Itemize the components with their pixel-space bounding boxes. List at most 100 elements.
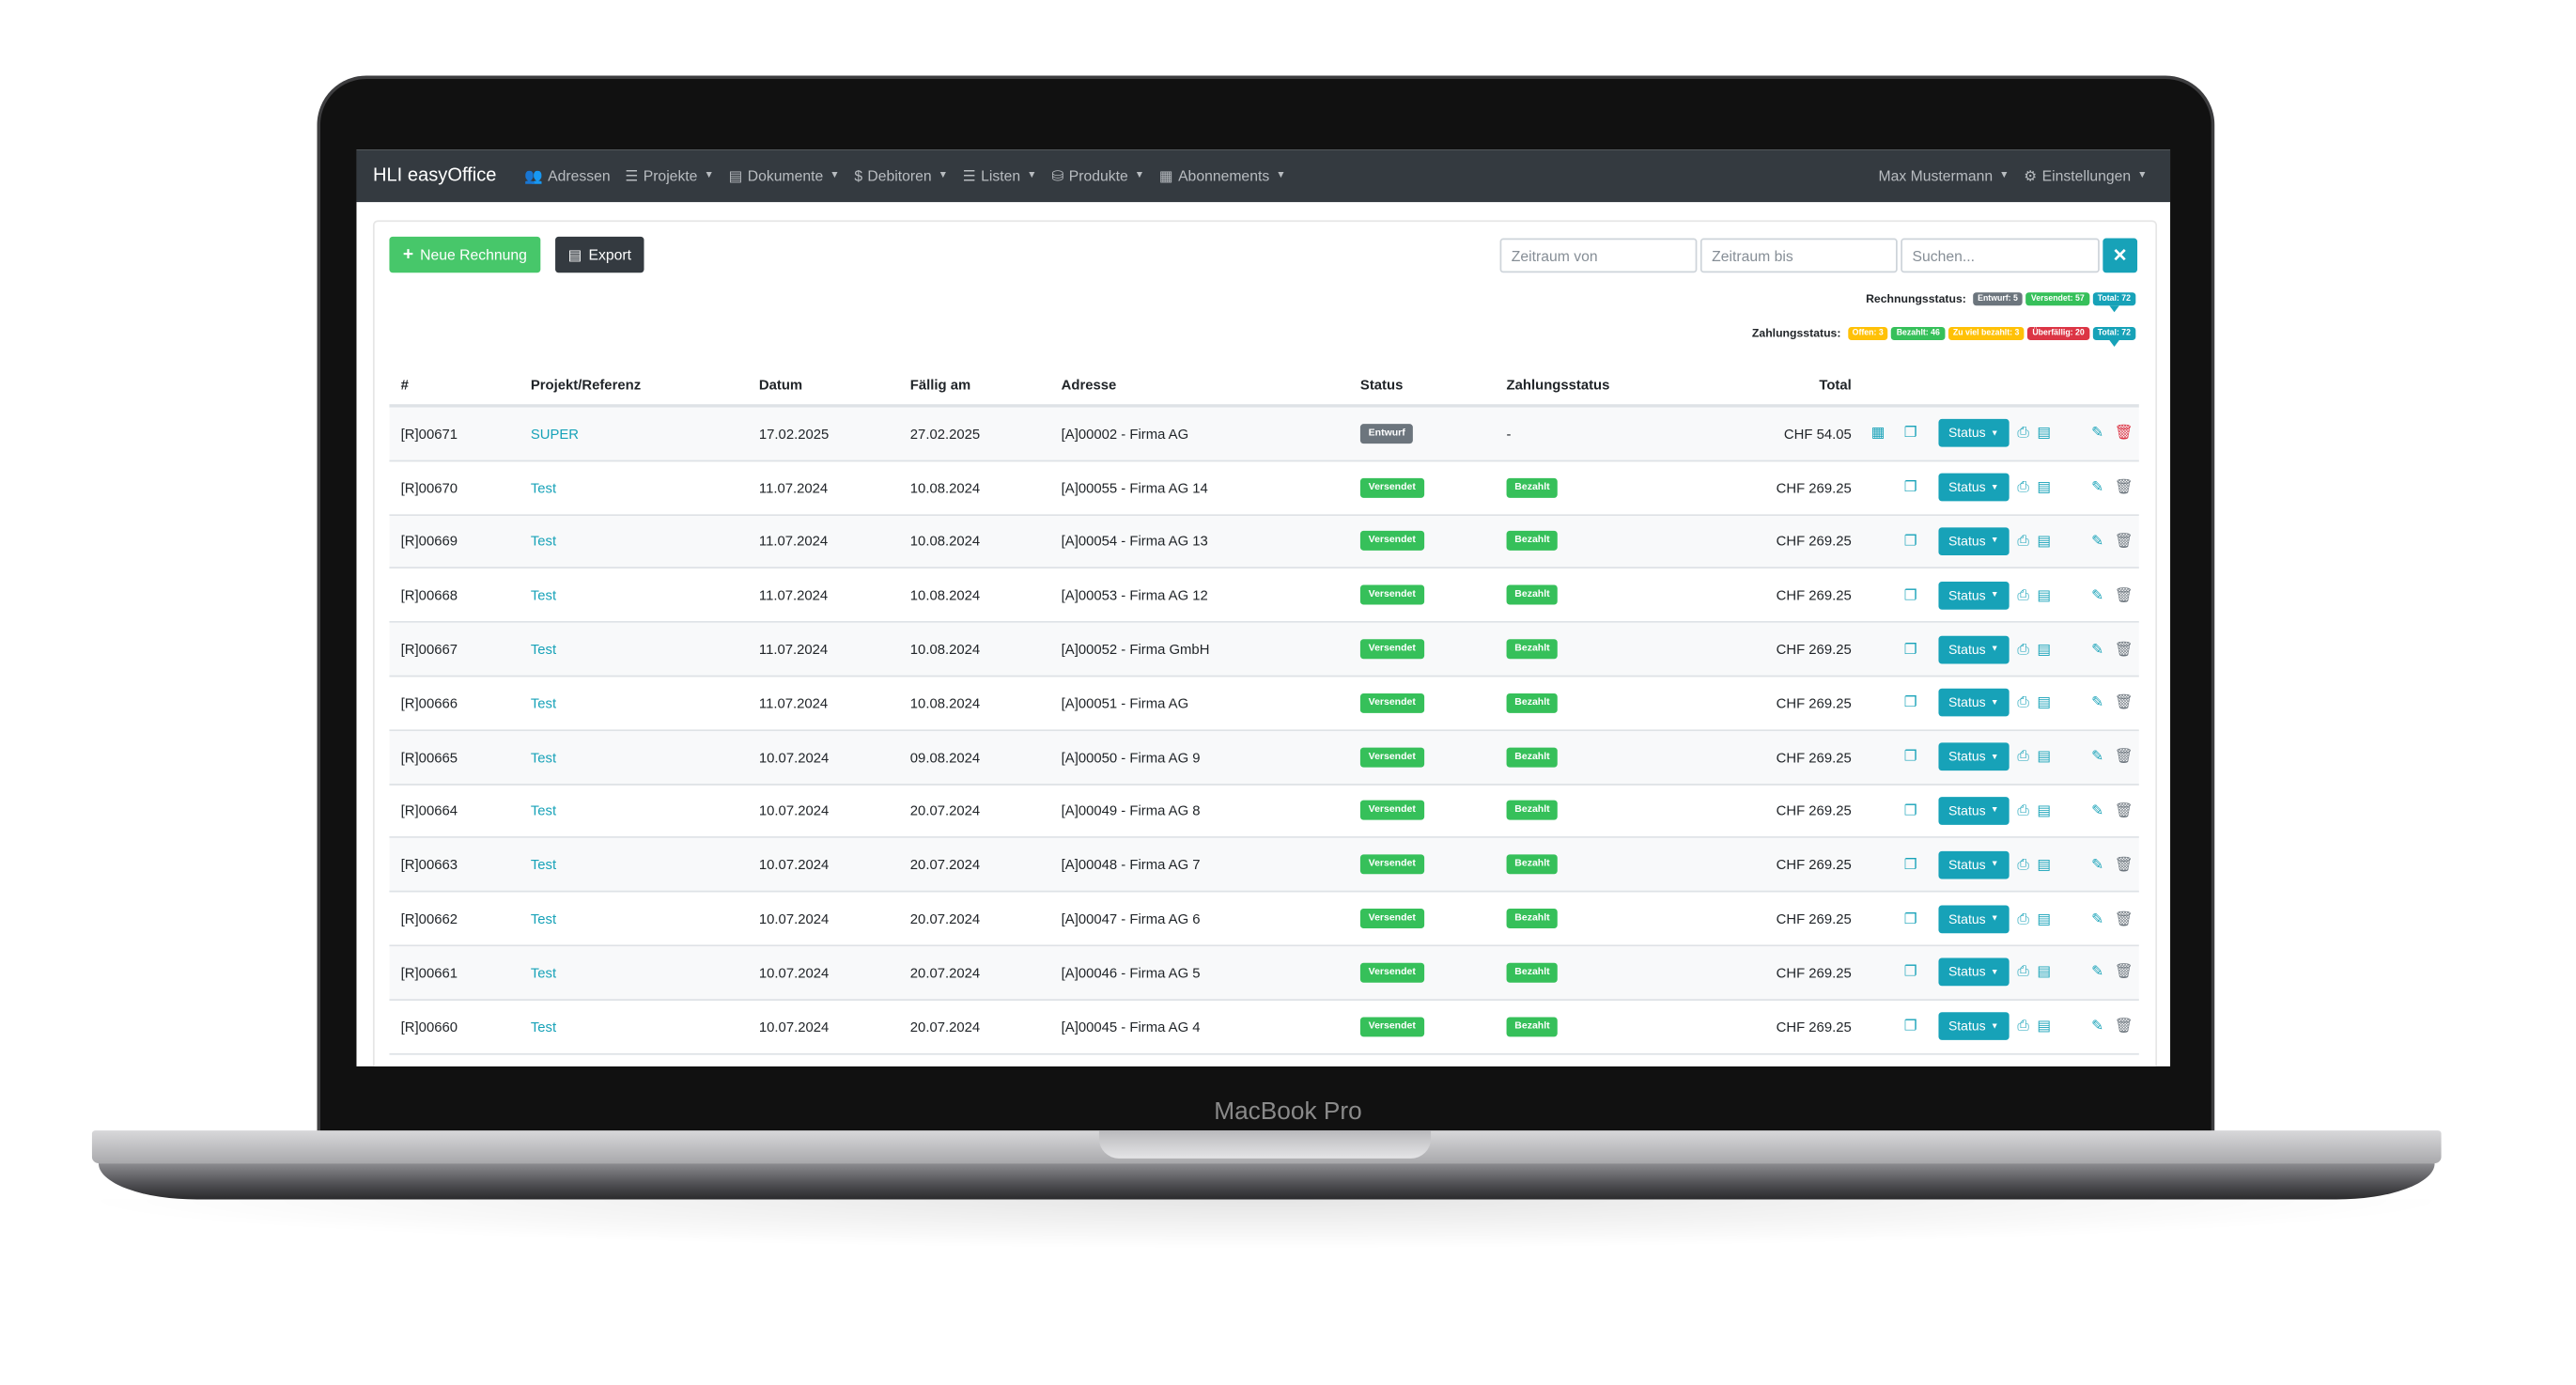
file-pdf-icon[interactable]: ▤: [2037, 893, 2056, 945]
trash-icon[interactable]: 🗑: [2115, 1001, 2134, 1053]
status-dropdown-button[interactable]: Status ▼: [1938, 742, 2010, 771]
print-icon[interactable]: ⎙: [2017, 1001, 2037, 1053]
copy-icon[interactable]: ❐: [1904, 731, 1924, 784]
print-icon[interactable]: ⎙: [2017, 946, 2037, 999]
print-icon[interactable]: ⎙: [2017, 893, 2037, 945]
file-pdf-icon[interactable]: ▤: [2037, 461, 2056, 514]
file-pdf-icon[interactable]: ▤: [2037, 731, 2056, 784]
address-value[interactable]: [A]00002 - Firma AG: [1062, 408, 1188, 460]
invoice-status-tag[interactable]: Entwurf: 5: [1972, 292, 2024, 306]
date-from-input[interactable]: Zeitraum von: [1499, 238, 1698, 273]
copy-icon[interactable]: ❐: [1904, 461, 1924, 514]
address-value[interactable]: [A]00055 - Firma AG 14: [1062, 461, 1208, 514]
copy-icon[interactable]: ❐: [1904, 569, 1924, 622]
file-pdf-icon[interactable]: ▤: [2037, 785, 2056, 837]
status-dropdown-button[interactable]: Status ▼: [1938, 1012, 2010, 1041]
copy-icon[interactable]: ❐: [1904, 515, 1924, 568]
project-reference-link[interactable]: Test: [531, 515, 556, 568]
file-pdf-icon[interactable]: ▤: [2037, 515, 2056, 568]
status-dropdown-button[interactable]: Status ▼: [1938, 958, 2010, 987]
trash-icon[interactable]: 🗑: [2115, 569, 2134, 622]
search-input[interactable]: Suchen...: [1901, 238, 2100, 273]
date-to-input[interactable]: Zeitraum bis: [1699, 238, 1898, 273]
file-pdf-icon[interactable]: ▤: [2037, 946, 2056, 999]
payment-status-tag[interactable]: Total: 72: [2092, 326, 2136, 347]
print-icon[interactable]: ⎙: [2017, 838, 2037, 891]
status-dropdown-button[interactable]: Status ▼: [1938, 527, 2010, 556]
brand-logo[interactable]: HLI easyOffice: [356, 166, 509, 186]
edit-icon[interactable]: ✎: [2091, 515, 2111, 568]
edit-icon[interactable]: ✎: [2091, 677, 2111, 729]
col-status-header[interactable]: Status: [1360, 363, 1403, 404]
export-button[interactable]: ▤ Export: [555, 236, 644, 273]
project-reference-link[interactable]: Test: [531, 946, 556, 999]
copy-icon[interactable]: ❐: [1904, 893, 1924, 945]
trash-icon[interactable]: 🗑: [2115, 515, 2134, 568]
nav-item-dokumente[interactable]: ▤ Dokumente ▼: [729, 166, 840, 184]
trash-icon[interactable]: 🗑: [2115, 408, 2134, 460]
trash-icon[interactable]: 🗑: [2115, 838, 2134, 891]
trash-icon[interactable]: 🗑: [2115, 946, 2134, 999]
status-dropdown-button[interactable]: Status ▼: [1938, 473, 2010, 502]
settings-menu[interactable]: ⚙ Einstellungen ▼: [2024, 166, 2147, 184]
status-dropdown-button[interactable]: Status ▼: [1938, 904, 2010, 933]
project-reference-link[interactable]: Test: [531, 785, 556, 837]
address-value[interactable]: [A]00047 - Firma AG 6: [1062, 893, 1201, 945]
address-value[interactable]: [A]00050 - Firma AG 9: [1062, 731, 1201, 784]
project-reference-link[interactable]: Test: [531, 677, 556, 729]
print-icon[interactable]: ⎙: [2017, 623, 2037, 676]
address-value[interactable]: [A]00052 - Firma GmbH: [1062, 623, 1210, 676]
invoice-status-tag[interactable]: Versendet: 57: [2025, 292, 2089, 306]
edit-icon[interactable]: ✎: [2091, 569, 2111, 622]
user-menu[interactable]: Max Mustermann ▼: [1879, 167, 2010, 183]
edit-icon[interactable]: ✎: [2091, 1001, 2111, 1053]
trash-icon[interactable]: 🗑: [2115, 461, 2134, 514]
copy-icon[interactable]: ❐: [1904, 623, 1924, 676]
file-pdf-icon[interactable]: ▤: [2037, 569, 2056, 622]
edit-icon[interactable]: ✎: [2091, 785, 2111, 837]
edit-icon[interactable]: ✎: [2091, 731, 2111, 784]
edit-icon[interactable]: ✎: [2091, 838, 2111, 891]
trash-icon[interactable]: 🗑: [2115, 893, 2134, 945]
nav-item-adressen[interactable]: 👥 Adressen: [524, 166, 610, 184]
edit-icon[interactable]: ✎: [2091, 946, 2111, 999]
project-reference-link[interactable]: Test: [531, 1001, 556, 1053]
project-reference-link[interactable]: Test: [531, 569, 556, 622]
col-payment-status-header[interactable]: Zahlungsstatus: [1507, 363, 1610, 404]
payment-status-tag[interactable]: Bezahlt: 46: [1891, 326, 1946, 340]
col-total-header[interactable]: Total: [1736, 363, 1851, 404]
address-value[interactable]: [A]00046 - Firma AG 5: [1062, 946, 1201, 999]
calendar-icon[interactable]: ▦: [1871, 408, 1891, 460]
new-invoice-button[interactable]: + Neue Rechnung: [389, 236, 541, 273]
invoice-status-tag[interactable]: Total: 72: [2092, 292, 2136, 313]
trash-icon[interactable]: 🗑: [2115, 677, 2134, 729]
col-number-header[interactable]: #: [401, 363, 409, 404]
print-icon[interactable]: ⎙: [2017, 461, 2037, 514]
payment-status-tag[interactable]: Offen: 3: [1847, 326, 1888, 340]
nav-item-abonnements[interactable]: ▦ Abonnements ▼: [1159, 166, 1286, 184]
print-icon[interactable]: ⎙: [2017, 408, 2037, 460]
edit-icon[interactable]: ✎: [2091, 408, 2111, 460]
nav-item-projekte[interactable]: ☰ Projekte ▼: [625, 166, 714, 184]
col-reference-header[interactable]: Projekt/Referenz: [531, 363, 641, 404]
status-dropdown-button[interactable]: Status ▼: [1938, 797, 2010, 825]
print-icon[interactable]: ⎙: [2017, 785, 2037, 837]
status-dropdown-button[interactable]: Status ▼: [1938, 635, 2010, 663]
project-reference-link[interactable]: Test: [531, 893, 556, 945]
trash-icon[interactable]: 🗑: [2115, 623, 2134, 676]
edit-icon[interactable]: ✎: [2091, 461, 2111, 514]
project-reference-link[interactable]: Test: [531, 731, 556, 784]
file-pdf-icon[interactable]: ▤: [2037, 1001, 2056, 1053]
edit-icon[interactable]: ✎: [2091, 893, 2111, 945]
address-value[interactable]: [A]00051 - Firma AG: [1062, 677, 1188, 729]
copy-icon[interactable]: ❐: [1904, 838, 1924, 891]
status-dropdown-button[interactable]: Status ▼: [1938, 581, 2010, 610]
print-icon[interactable]: ⎙: [2017, 569, 2037, 622]
nav-item-produkte[interactable]: ⛁ Produkte ▼: [1051, 166, 1144, 184]
copy-icon[interactable]: ❐: [1904, 946, 1924, 999]
project-reference-link[interactable]: SUPER: [531, 408, 579, 460]
col-due-header[interactable]: Fällig am: [910, 363, 970, 404]
file-pdf-icon[interactable]: ▤: [2037, 408, 2056, 460]
col-date-header[interactable]: Datum: [759, 363, 802, 404]
file-pdf-icon[interactable]: ▤: [2037, 838, 2056, 891]
